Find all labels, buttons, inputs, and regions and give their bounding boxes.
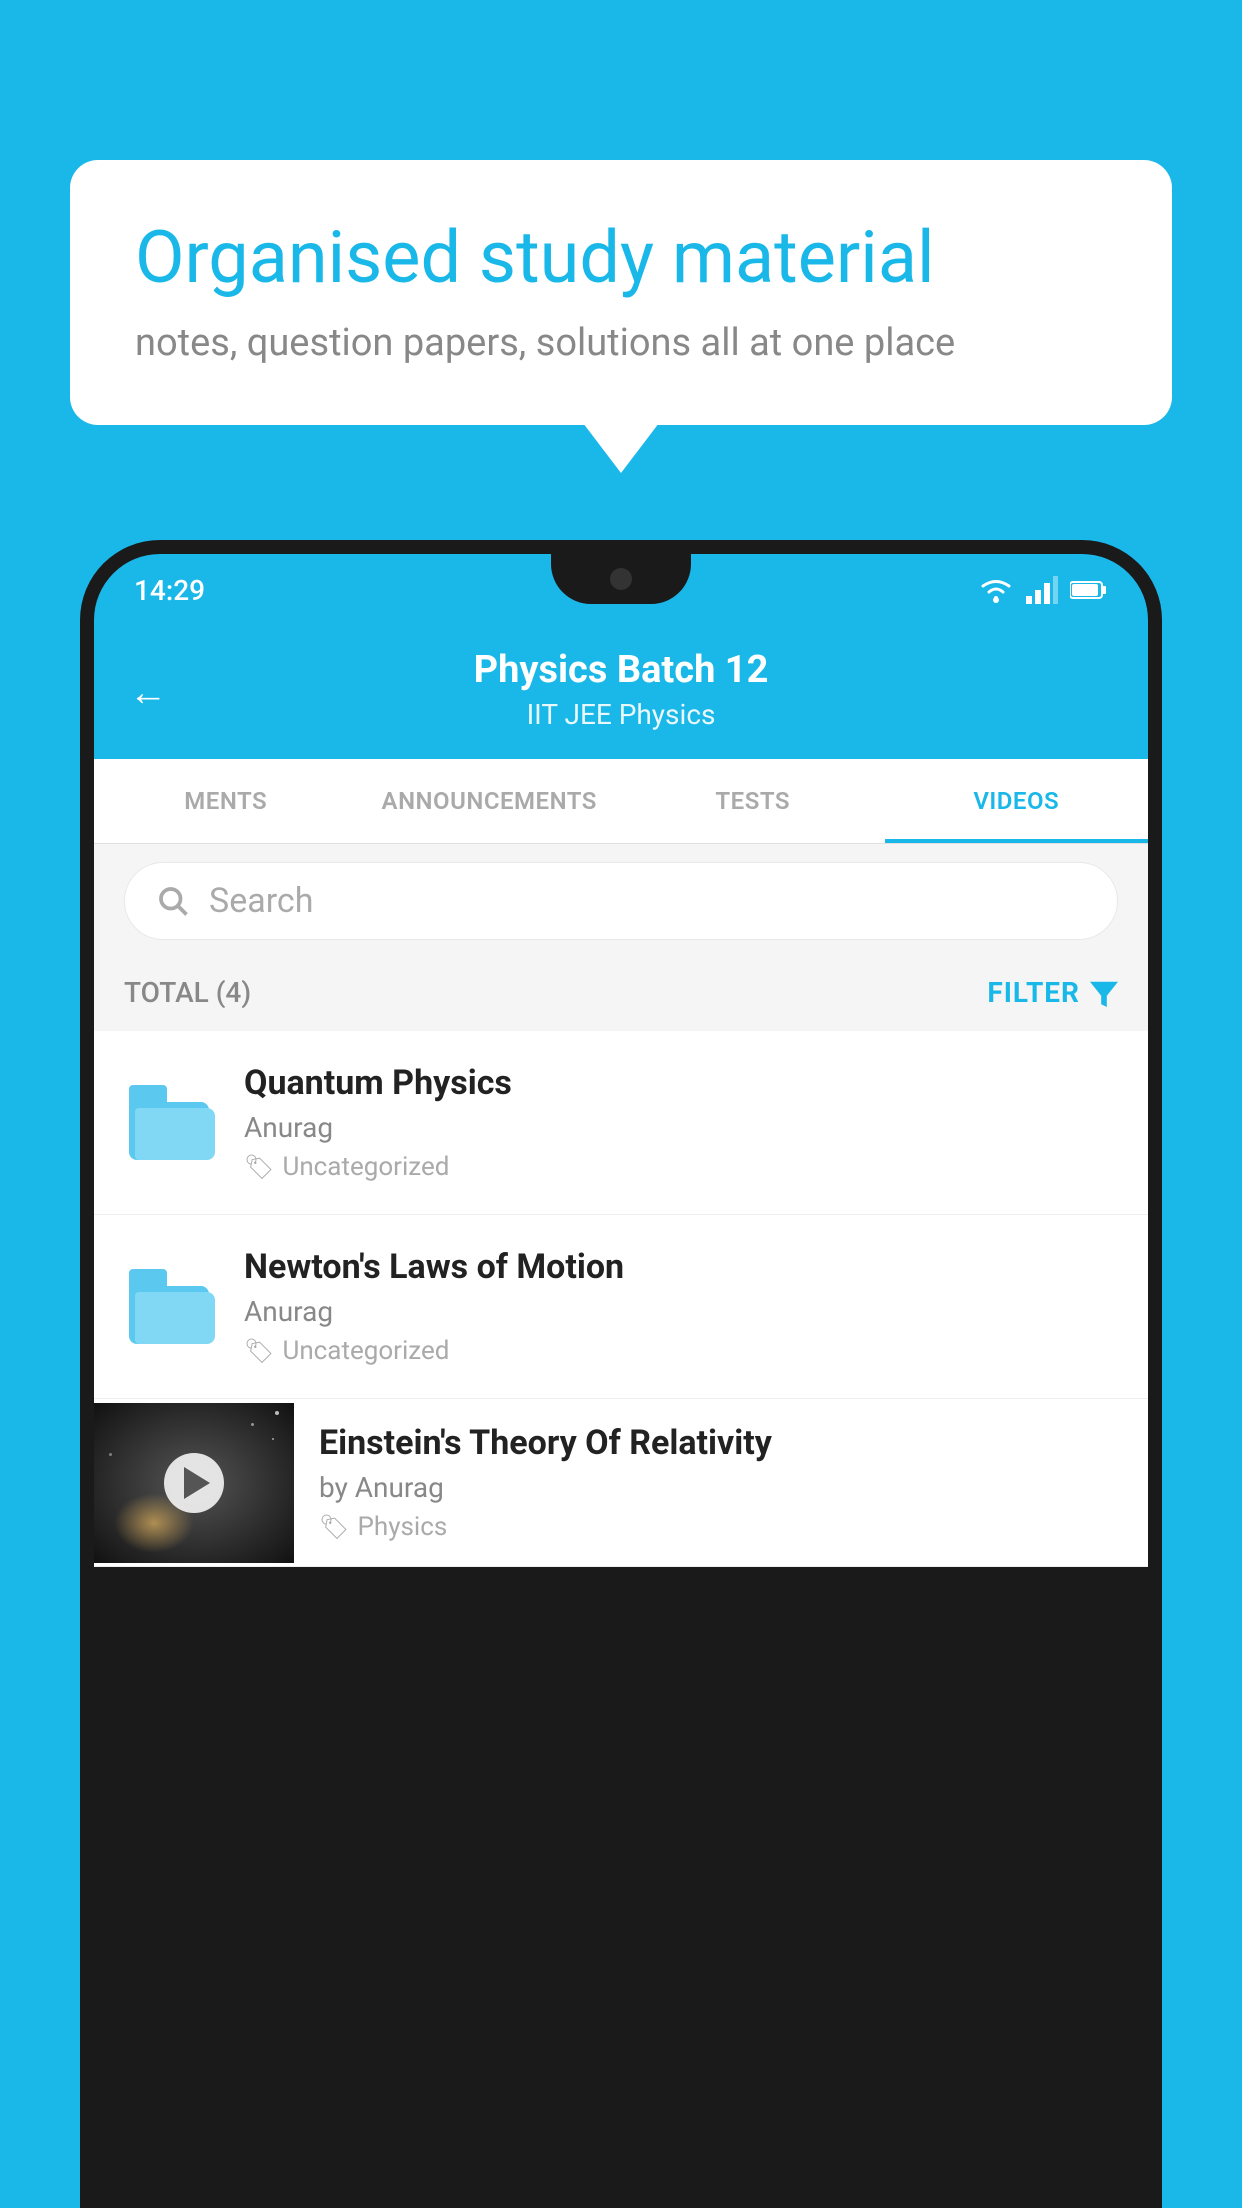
phone-frame: 14:29 [80,540,1162,2208]
tab-tests[interactable]: TESTS [621,759,885,843]
status-time: 14:29 [134,574,205,607]
speech-bubble-container: Organised study material notes, question… [70,160,1172,425]
filter-icon [1090,979,1118,1007]
status-icons [978,576,1108,604]
item-title: Quantum Physics [244,1063,1118,1103]
app-header: ← Physics Batch 12 IIT JEE Physics [94,626,1148,759]
item-tag: Uncategorized [282,1152,449,1182]
battery-icon [1070,579,1108,601]
app-background: Organised study material notes, question… [0,0,1242,2208]
bubble-title: Organised study material [135,215,1107,301]
list-item-video[interactable]: Einstein's Theory Of Relativity by Anura… [94,1399,1148,1567]
filter-bar: TOTAL (4) FILTER [94,958,1148,1031]
back-button[interactable]: ← [129,671,167,715]
tag-icon: 🏷 [319,1513,349,1541]
video-tag-row: 🏷 Physics [319,1512,1123,1542]
item-info: Quantum Physics Anurag 🏷 Uncategorized [244,1063,1118,1182]
video-tag: Physics [357,1512,447,1542]
phone-inner: 14:29 [94,554,1148,2208]
tab-videos[interactable]: VIDEOS [885,759,1149,843]
tab-ments[interactable]: MENTS [94,759,358,843]
signal-icon [1026,576,1058,604]
item-author: Anurag [244,1111,1118,1144]
item-tag-row: 🏷 Uncategorized [244,1336,1118,1366]
item-info: Newton's Laws of Motion Anurag 🏷 Uncateg… [244,1247,1118,1366]
play-triangle-icon [184,1467,210,1499]
item-title: Newton's Laws of Motion [244,1247,1118,1287]
notch [551,554,691,604]
video-title: Einstein's Theory Of Relativity [319,1423,1123,1463]
search-placeholder: Search [209,881,313,921]
search-icon [155,883,191,919]
item-tag: Uncategorized [282,1336,449,1366]
camera-dot [610,568,632,590]
video-author: by Anurag [319,1471,1123,1504]
speech-bubble: Organised study material notes, question… [70,160,1172,425]
folder-icon-wrap [124,1262,214,1352]
status-bar: 14:29 [94,554,1148,626]
search-input-wrap[interactable]: Search [124,862,1118,940]
tabs-bar: MENTS ANNOUNCEMENTS TESTS VIDEOS [94,759,1148,844]
bubble-subtitle: notes, question papers, solutions all at… [135,321,1107,365]
tag-icon: 🏷 [244,1337,274,1365]
video-thumbnail [94,1403,294,1563]
content-list: Quantum Physics Anurag 🏷 Uncategorized [94,1031,1148,1567]
folder-icon [129,1085,209,1160]
wifi-icon [978,576,1014,604]
header-subtitle: IIT JEE Physics [134,698,1108,731]
list-item[interactable]: Quantum Physics Anurag 🏷 Uncategorized [94,1031,1148,1215]
item-tag-row: 🏷 Uncategorized [244,1152,1118,1182]
play-button[interactable] [164,1453,224,1513]
item-author: Anurag [244,1295,1118,1328]
folder-icon-wrap [124,1078,214,1168]
list-item[interactable]: Newton's Laws of Motion Anurag 🏷 Uncateg… [94,1215,1148,1399]
total-count: TOTAL (4) [124,976,251,1009]
tab-announcements[interactable]: ANNOUNCEMENTS [358,759,622,843]
folder-icon [129,1269,209,1344]
filter-button[interactable]: FILTER [987,976,1118,1009]
search-bar-container: Search [94,844,1148,958]
tag-icon: 🏷 [244,1153,274,1181]
header-title: Physics Batch 12 [134,648,1108,692]
video-info: Einstein's Theory Of Relativity by Anura… [294,1399,1148,1566]
